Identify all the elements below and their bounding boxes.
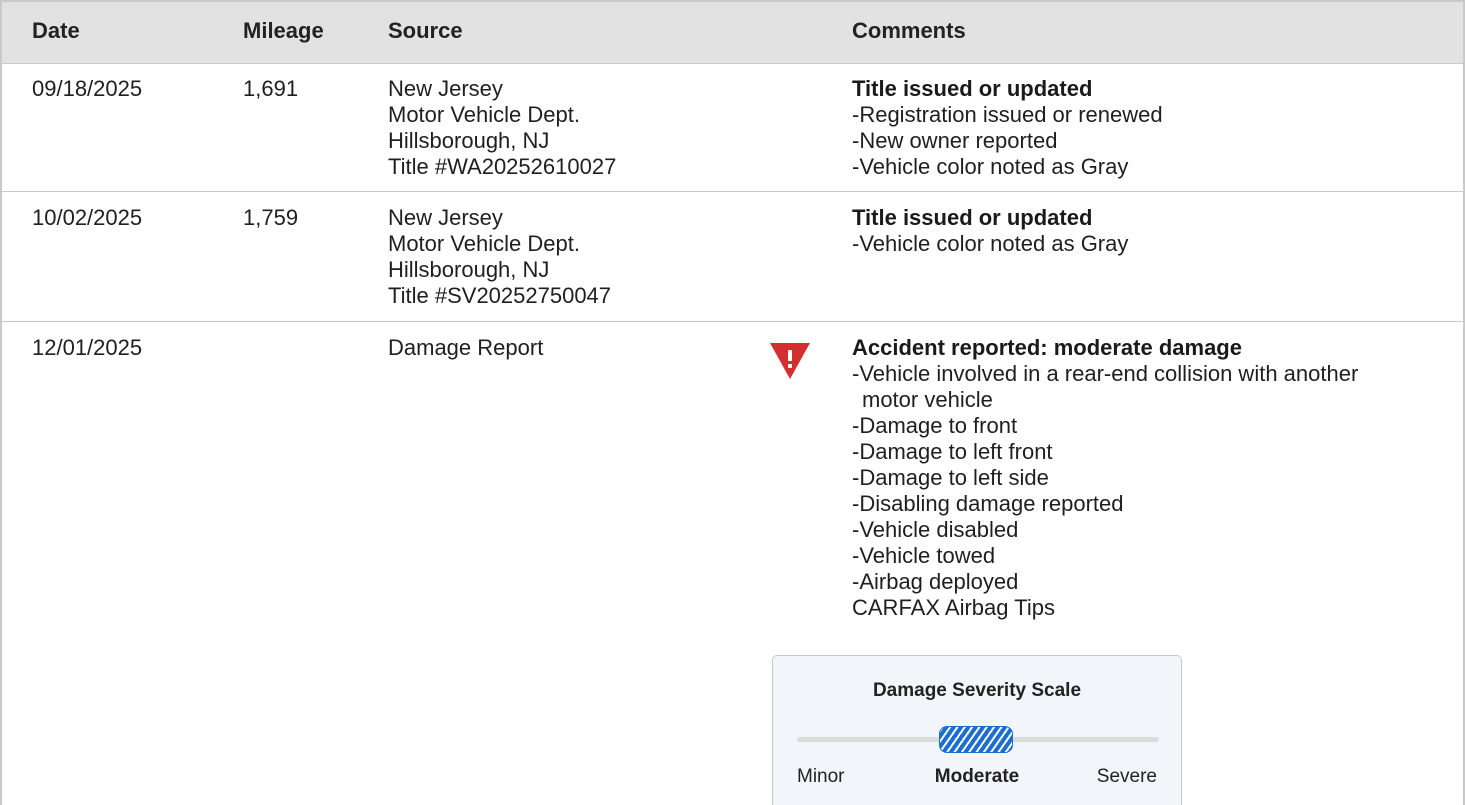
table-header: Date Mileage Source Comments [2,2,1463,64]
row-source: Damage Report [388,335,543,361]
detail-item: -Airbag deployed [852,569,1412,595]
detail-item: -Damage to front [852,413,1412,439]
source-line: Motor Vehicle Dept. [388,231,580,256]
row-mileage: 1,691 [243,76,299,101]
detail-item: -Vehicle disabled [852,517,1412,543]
table-row: 10/02/2025 1,759 New Jersey Motor Vehicl… [2,192,1463,322]
source-line: Damage Report [388,335,544,360]
source-line: Hillsborough, NJ [388,257,550,282]
row-date: 09/18/2025 [32,76,143,101]
row-source: New Jersey Motor Vehicle Dept. Hillsboro… [388,76,616,180]
detail-text: Damage to front [859,413,1018,438]
event-title: Title issued or updated [852,205,1093,230]
header-comments: Comments [852,18,966,43]
severity-marker [939,726,1013,753]
detail-text: Vehicle color noted as Gray [859,154,1129,179]
warning-triangle-icon [770,343,810,379]
header-date: Date [32,18,80,43]
detail-item: -Registration issued or renewed [852,102,1412,128]
row-mileage: 1,759 [243,205,299,230]
event-title: Title issued or updated [852,76,1093,101]
detail-text: New owner reported [859,128,1058,153]
detail-item: -Vehicle color noted as Gray [852,154,1412,180]
detail-text: Disabling damage reported [859,491,1124,516]
header-source: Source [388,18,463,43]
detail-item: -New owner reported [852,128,1412,154]
detail-text: Vehicle color noted as Gray [859,231,1129,256]
header-mileage: Mileage [243,18,324,43]
row-date: 10/02/2025 [32,205,143,230]
detail-text: Vehicle towed [859,543,996,568]
detail-item: -Vehicle towed [852,543,1412,569]
detail-item: -Disabling damage reported [852,491,1412,517]
damage-severity-scale: Damage Severity Scale Minor Moderate Sev… [772,655,1182,805]
detail-text: Damage to left front [859,439,1053,464]
source-line: New Jersey [388,76,503,101]
source-line: Title #WA20252610027 [388,154,617,179]
source-line: Hillsborough, NJ [388,128,550,153]
detail-text: Vehicle disabled [859,517,1019,542]
detail-item: -Vehicle color noted as Gray [852,231,1412,257]
detail-text: Vehicle involved in a rear-end collision… [859,361,1359,412]
airbag-tips-link[interactable]: CARFAX Airbag Tips [852,595,1412,621]
row-comments: Accident reported: moderate damage -Vehi… [852,335,1412,621]
detail-item: -Damage to left side [852,465,1412,491]
source-line: Title #SV20252750047 [388,283,612,308]
source-line: Motor Vehicle Dept. [388,102,580,127]
event-title: Accident reported: moderate damage [852,335,1242,360]
table-row: 09/18/2025 1,691 New Jersey Motor Vehicl… [2,63,1463,192]
row-comments: Title issued or updated -Vehicle color n… [852,205,1412,257]
detail-item: -Vehicle involved in a rear-end collisio… [852,361,1412,413]
row-date: 12/01/2025 [32,335,143,360]
row-comments: Title issued or updated -Registration is… [852,76,1412,180]
detail-text: Registration issued or renewed [859,102,1163,127]
severity-label-severe: Severe [1096,766,1157,787]
row-source: New Jersey Motor Vehicle Dept. Hillsboro… [388,205,611,309]
detail-text: Airbag deployed [859,569,1019,594]
severity-scale-title: Damage Severity Scale [872,680,1082,701]
table-row: 12/01/2025 Damage Report Accident report… [2,322,1463,805]
vehicle-history-table: Date Mileage Source Comments 09/18/2025 … [0,0,1465,805]
detail-text: Damage to left side [859,465,1049,490]
detail-item: -Damage to left front [852,439,1412,465]
source-line: New Jersey [388,205,503,230]
